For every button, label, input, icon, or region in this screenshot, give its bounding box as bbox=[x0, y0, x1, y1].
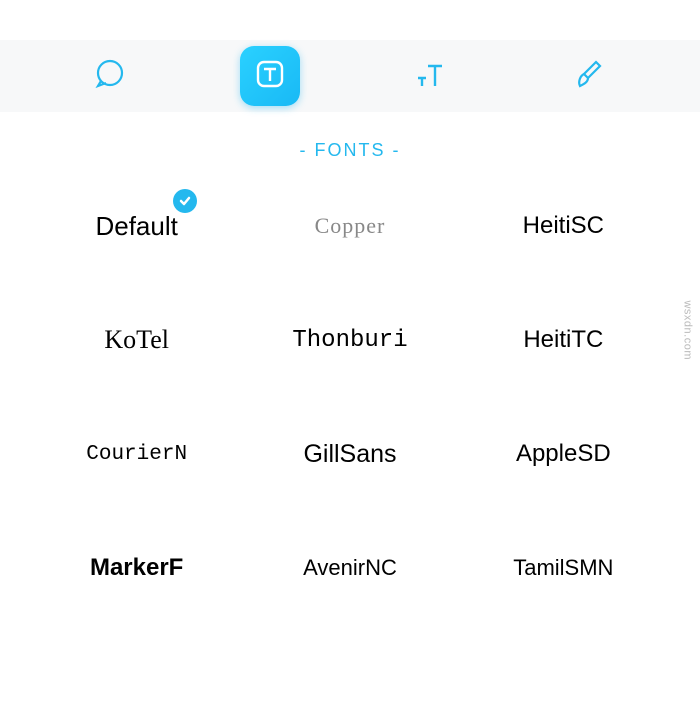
tab-text-size[interactable] bbox=[400, 46, 460, 106]
tab-brush[interactable] bbox=[560, 46, 620, 106]
font-label: Thonburi bbox=[292, 327, 407, 354]
check-icon bbox=[173, 189, 197, 213]
font-label: Copper bbox=[315, 213, 386, 239]
brush-icon bbox=[572, 56, 608, 97]
font-label: Default bbox=[95, 211, 177, 242]
tab-text-box[interactable] bbox=[240, 46, 300, 106]
font-label: HeitiSC bbox=[523, 212, 604, 240]
font-label: CourierN bbox=[86, 443, 187, 466]
font-option-heititc[interactable]: HeitiTC bbox=[457, 317, 670, 363]
font-label: GillSans bbox=[303, 440, 396, 469]
font-option-markerf[interactable]: MarkerF bbox=[30, 545, 243, 591]
font-option-default[interactable]: Default bbox=[30, 203, 243, 249]
font-label: TamilSMN bbox=[513, 555, 613, 581]
chat-bubble-icon bbox=[92, 56, 128, 97]
font-label: MarkerF bbox=[90, 554, 183, 582]
font-grid: Default Copper HeitiSC KoTel Thonburi He… bbox=[0, 161, 700, 591]
font-option-tamilsmn[interactable]: TamilSMN bbox=[457, 545, 670, 591]
font-option-thonburi[interactable]: Thonburi bbox=[243, 317, 456, 363]
tab-chat[interactable] bbox=[80, 46, 140, 106]
text-size-icon bbox=[412, 56, 448, 97]
font-option-heitisc[interactable]: HeitiSC bbox=[457, 203, 670, 249]
font-label: AppleSD bbox=[516, 440, 611, 468]
section-title: - FONTS - bbox=[0, 140, 700, 161]
font-label: KoTel bbox=[104, 325, 169, 355]
font-option-applesd[interactable]: AppleSD bbox=[457, 431, 670, 477]
font-option-avenirnc[interactable]: AvenirNC bbox=[243, 545, 456, 591]
text-box-icon bbox=[252, 56, 288, 97]
font-option-kotel[interactable]: KoTel bbox=[30, 317, 243, 363]
font-option-couriern[interactable]: CourierN bbox=[30, 431, 243, 477]
toolbar bbox=[0, 40, 700, 112]
font-label: HeitiTC bbox=[523, 326, 603, 354]
font-option-gillsans[interactable]: GillSans bbox=[243, 431, 456, 477]
font-option-copper[interactable]: Copper bbox=[243, 203, 456, 249]
font-label: AvenirNC bbox=[303, 555, 397, 581]
watermark: wsxdn.com bbox=[682, 300, 694, 360]
